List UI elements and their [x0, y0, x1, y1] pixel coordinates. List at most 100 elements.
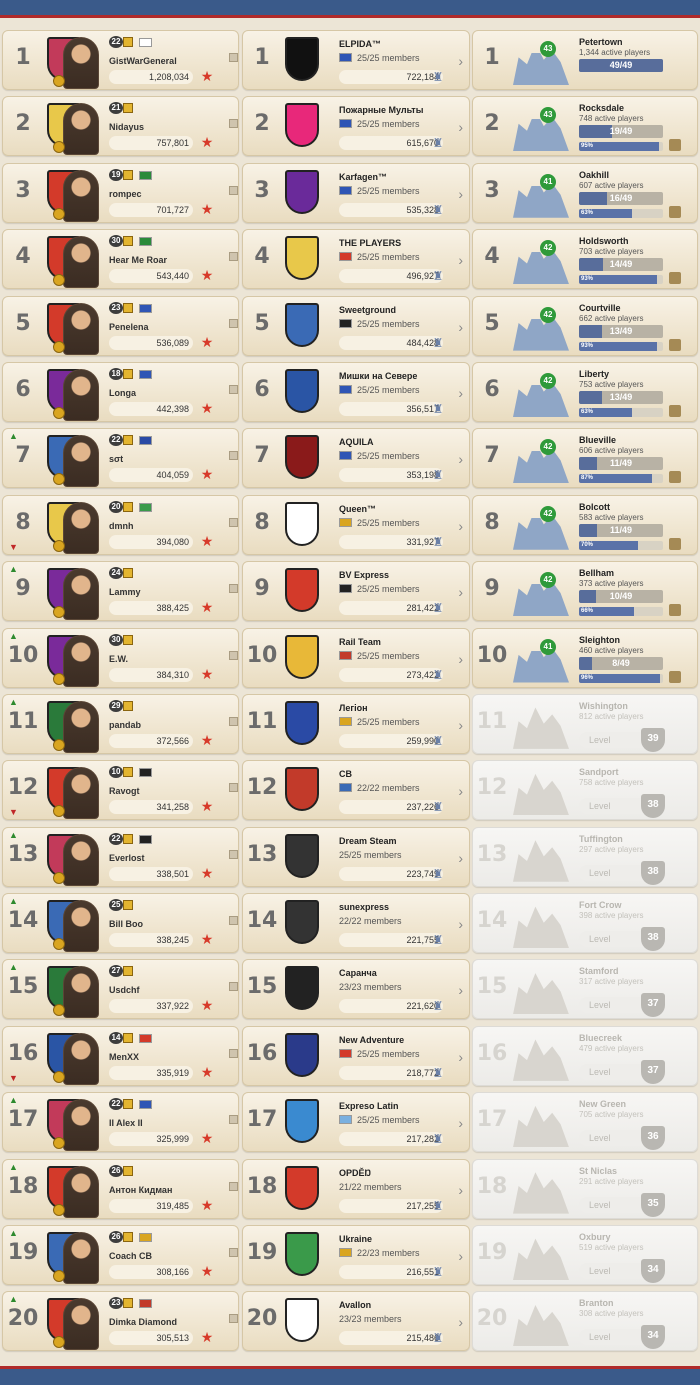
city-name[interactable]: Courtville [579, 303, 621, 313]
message-icon[interactable] [229, 650, 238, 660]
player-card[interactable]: 7 ▲ 22 sσt 404,059 ★ [2, 428, 239, 489]
player-name[interactable]: Антон Кидман [109, 1185, 172, 1195]
city-name[interactable]: St Niclas [579, 1166, 617, 1176]
player-name[interactable]: Lammy [109, 587, 141, 597]
avatar[interactable] [63, 1232, 99, 1285]
player-name[interactable]: Usdchf [109, 985, 140, 995]
message-icon[interactable] [229, 185, 238, 195]
guild-name[interactable]: ELPIDA™ [339, 39, 381, 49]
player-card[interactable]: 12 ▼ 10 Ravogt 341,258 ★ [2, 760, 239, 821]
city-card[interactable]: 5 Courtville 662 active players 42 13/49 93% [472, 295, 698, 356]
city-name[interactable]: Bluecreek [579, 1033, 622, 1043]
player-card[interactable]: 14 ▲ 25 Bill Boo 338,245 ★ [2, 893, 239, 954]
message-icon[interactable] [229, 849, 238, 859]
avatar[interactable] [63, 568, 99, 621]
player-card[interactable]: 2 21 Nidayus 757,801 ★ [2, 96, 239, 157]
guild-name[interactable]: THE PLAYERS [339, 238, 401, 248]
avatar[interactable] [63, 1032, 99, 1085]
guild-name[interactable]: Саранча [339, 968, 377, 978]
city-card[interactable]: 20 Branton 308 active players Level 34 [472, 1291, 698, 1352]
city-name[interactable]: Holdsworth [579, 236, 629, 246]
player-name[interactable]: sσt [109, 454, 123, 464]
message-icon[interactable] [229, 1314, 238, 1324]
city-name[interactable]: Sleighton [579, 635, 620, 645]
city-name[interactable]: Blueville [579, 435, 616, 445]
city-card[interactable]: 12 Sandport 758 active players Level 38 [472, 760, 698, 821]
city-card[interactable]: 1 Petertown 1,344 active players 43 49/49 [472, 30, 698, 90]
guild-card[interactable]: 12 CB 22/22 members 237,226 ♜ › [242, 760, 470, 821]
player-card[interactable]: 20 ▲ 23 Dimka Diamond 305,513 ★ [2, 1291, 239, 1352]
avatar[interactable] [63, 501, 99, 554]
chevron-right-icon[interactable]: › [458, 385, 463, 401]
message-icon[interactable] [229, 916, 238, 926]
guild-card[interactable]: 8 Queen™ 25/25 members 331,927 ♜ › [242, 494, 470, 555]
player-name[interactable]: Ravogt [109, 786, 140, 796]
city-name[interactable]: Petertown [579, 37, 623, 47]
city-name[interactable]: Wishington [579, 701, 628, 711]
chevron-right-icon[interactable]: › [458, 319, 463, 335]
message-icon[interactable] [229, 1115, 238, 1125]
player-name[interactable]: E.W. [109, 654, 128, 664]
avatar[interactable] [63, 700, 99, 753]
guild-name[interactable]: AQUILA [339, 437, 374, 447]
city-card[interactable]: 14 Fort Crow 398 active players Level 38 [472, 893, 698, 954]
guild-card[interactable]: 4 THE PLAYERS 25/25 members 496,927 ♜ › [242, 229, 470, 290]
chevron-right-icon[interactable]: › [458, 451, 463, 467]
city-card[interactable]: 7 Blueville 606 active players 42 11/49 87% [472, 428, 698, 489]
avatar[interactable] [63, 435, 99, 488]
guild-card[interactable]: 14 sunexpress 22/22 members 221,755 ♜ › [242, 893, 470, 954]
player-name[interactable]: II Alex II [109, 1118, 143, 1128]
guild-name[interactable]: Sweetground [339, 305, 396, 315]
guild-name[interactable]: sunexpress [339, 902, 389, 912]
city-card[interactable]: 9 Bellham 373 active players 42 10/49 66% [472, 561, 698, 622]
guild-name[interactable]: Expreso Latin [339, 1101, 399, 1111]
city-card[interactable]: 3 Oakhill 607 active players 41 16/49 63% [472, 162, 698, 223]
player-card[interactable]: 10 ▲ 30 E.W. 384,310 ★ [2, 627, 239, 688]
guild-card[interactable]: 6 Мишки на Севере 25/25 members 356,517 ♜ › [242, 361, 470, 422]
guild-name[interactable]: New Adventure [339, 1035, 404, 1045]
guild-card[interactable]: 18 ОРDĚŊ 21/22 members 217,255 ♜ › [242, 1158, 470, 1219]
player-name[interactable]: Dimka Diamond [109, 1317, 177, 1327]
guild-card[interactable]: 7 AQUILA 25/25 members 353,198 ♜ › [242, 428, 470, 489]
chevron-right-icon[interactable]: › [458, 1314, 463, 1330]
avatar[interactable] [63, 900, 99, 953]
message-icon[interactable] [229, 783, 238, 793]
city-card[interactable]: 10 Sleighton 460 active players 41 8/49 96% [472, 627, 698, 688]
message-icon[interactable] [229, 1048, 238, 1058]
player-name[interactable]: Longa [109, 388, 136, 398]
city-card[interactable]: 18 St Niclas 291 active players Level 35 [472, 1158, 698, 1219]
avatar[interactable] [63, 767, 99, 820]
chevron-right-icon[interactable]: › [458, 651, 463, 667]
avatar[interactable] [63, 302, 99, 355]
guild-name[interactable]: Мишки на Севере [339, 371, 417, 381]
avatar[interactable] [63, 103, 99, 156]
guild-card[interactable]: 15 Саранча 23/23 members 221,620 ♜ › [242, 959, 470, 1020]
chevron-right-icon[interactable]: › [458, 1049, 463, 1065]
city-name[interactable]: New Green [579, 1099, 626, 1109]
chevron-right-icon[interactable]: › [458, 518, 463, 534]
guild-card[interactable]: 2 Пожарные Мульты 25/25 members 615,670 ♜ › [242, 96, 470, 157]
player-card[interactable]: 5 23 Penelena 536,089 ★ [2, 295, 239, 356]
city-name[interactable]: Sandport [579, 767, 619, 777]
city-card[interactable]: 4 Holdsworth 703 active players 42 14/49 93% [472, 229, 698, 290]
guild-card[interactable]: 11 Легіон 25/25 members 259,990 ♜ › [242, 693, 470, 754]
player-card[interactable]: 19 ▲ 26 Coach CB 308,166 ★ [2, 1225, 239, 1286]
chevron-right-icon[interactable]: › [458, 783, 463, 799]
guild-name[interactable]: Queen™ [339, 504, 376, 514]
chevron-right-icon[interactable]: › [458, 1115, 463, 1131]
player-card[interactable]: 16 ▼ 14 MenXX 335,919 ★ [2, 1025, 239, 1086]
guild-name[interactable]: Dream Steam [339, 836, 397, 846]
guild-card[interactable]: 20 Avallon 23/23 members 215,486 ♜ › [242, 1291, 470, 1352]
city-name[interactable]: Oakhill [579, 170, 609, 180]
chevron-right-icon[interactable]: › [458, 717, 463, 733]
city-card[interactable]: 13 Tuffington 297 active players Level 38 [472, 826, 698, 887]
message-icon[interactable] [229, 318, 238, 328]
player-card[interactable]: 6 18 Longa 442,398 ★ [2, 361, 239, 422]
player-name[interactable]: Nidayus [109, 122, 144, 132]
city-name[interactable]: Stamford [579, 966, 619, 976]
guild-name[interactable]: CB [339, 769, 352, 779]
guild-name[interactable]: Пожарные Мульты [339, 105, 423, 115]
chevron-right-icon[interactable]: › [458, 119, 463, 135]
guild-name[interactable]: BV Express [339, 570, 389, 580]
city-card[interactable]: 8 Bolcott 583 active players 42 11/49 70% [472, 494, 698, 555]
